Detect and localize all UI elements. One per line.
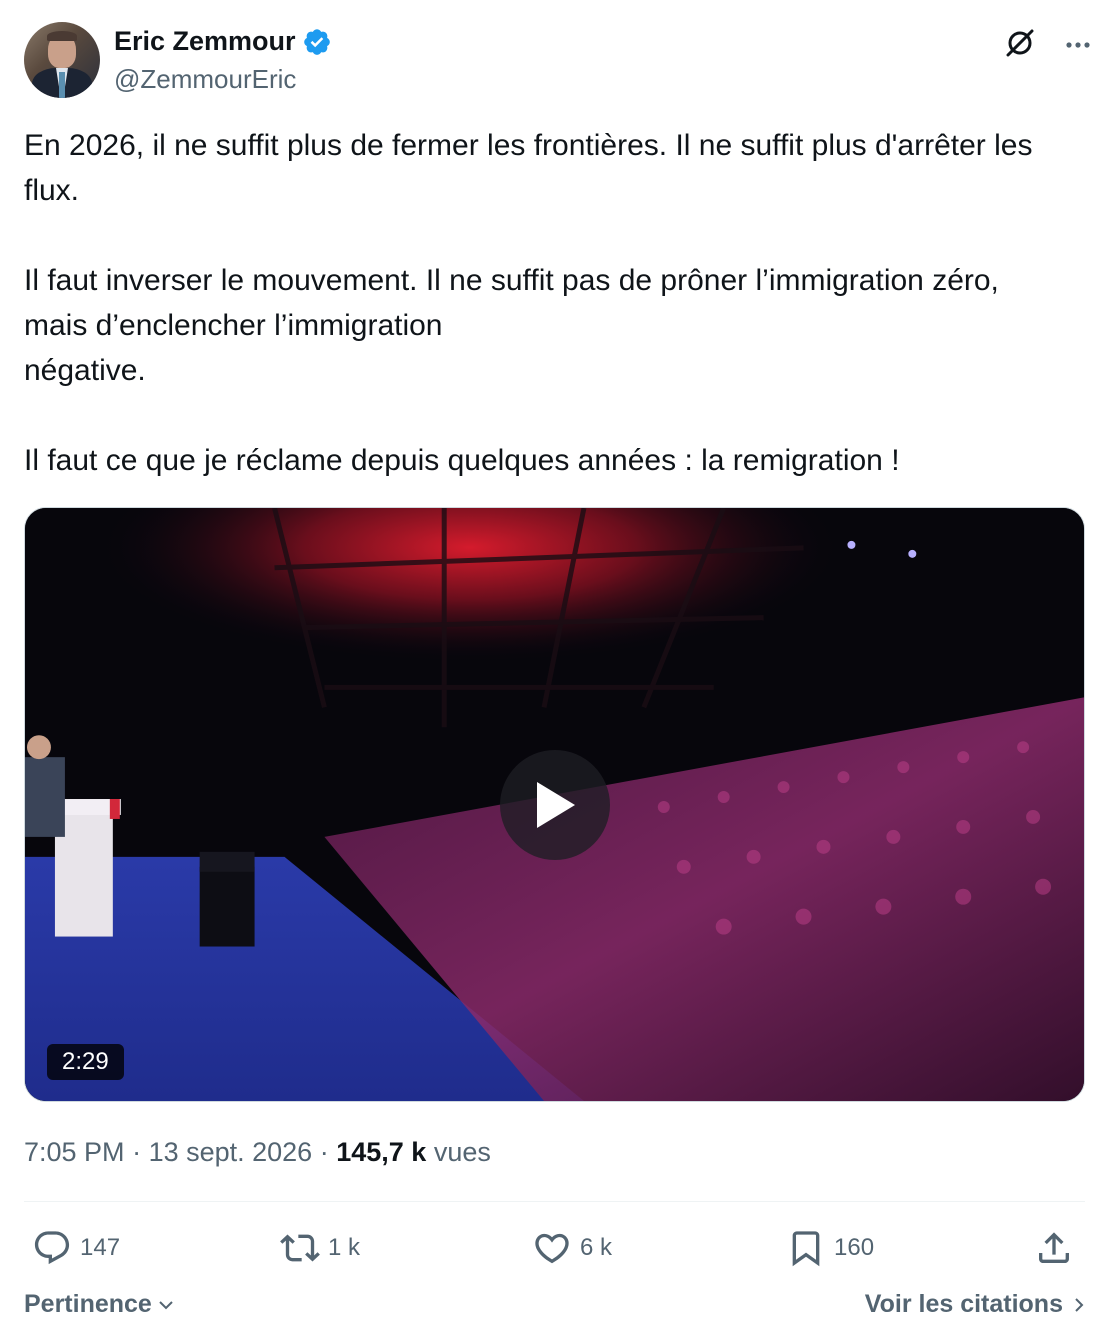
meta-separator: · [312, 1137, 337, 1167]
author-display-name[interactable]: Eric Zemmour [114, 26, 296, 57]
views-count: 145,7 k [336, 1137, 427, 1167]
video-duration-badge: 2:29 [47, 1044, 124, 1080]
tweet-line: négative. [24, 354, 146, 387]
bookmark-icon [792, 1231, 820, 1267]
more-options-icon[interactable] [1061, 28, 1095, 62]
tweet-line: Il faut ce que je réclame depuis quelque… [24, 444, 900, 477]
like-button[interactable]: 6 k [532, 1222, 612, 1274]
tweet-time[interactable]: 7:05 PM [24, 1137, 125, 1167]
play-button[interactable] [500, 750, 610, 860]
view-quotes-label: Voir les citations [864, 1290, 1063, 1318]
bookmark-button[interactable]: 160 [786, 1222, 874, 1274]
reply-count: 147 [80, 1234, 121, 1261]
avatar[interactable] [24, 22, 100, 98]
bookmark-count: 160 [834, 1234, 875, 1261]
share-button[interactable] [1034, 1222, 1074, 1274]
share-icon [1039, 1232, 1069, 1263]
tweet-line: En 2026, il ne suffit plus de fermer les… [24, 129, 1033, 207]
divider [24, 1201, 1085, 1202]
meta-separator: · [124, 1137, 149, 1167]
chevron-down-icon [159, 1300, 173, 1309]
repost-icon [280, 1234, 320, 1262]
verified-badge-icon[interactable] [302, 27, 332, 57]
tweet-line: Il faut inverser le mouvement. Il ne suf… [24, 264, 999, 342]
tweet-text: En 2026, il ne suffit plus de fermer les… [24, 123, 1094, 483]
action-bar: 147 1 k 6 k 160 [24, 1222, 1085, 1274]
view-quotes-link[interactable]: Voir les citations [865, 1290, 1089, 1319]
heart-icon [535, 1233, 569, 1264]
like-count: 6 k [580, 1234, 613, 1261]
avatar-tie [59, 72, 65, 98]
avatar-hair [47, 31, 77, 41]
chevron-right-icon [1075, 1297, 1084, 1312]
author-name-line[interactable]: Eric Zemmour [114, 26, 332, 57]
views-label: vues [433, 1137, 491, 1167]
sort-label: Pertinence [24, 1290, 152, 1318]
sort-dropdown[interactable]: Pertinence [24, 1290, 176, 1319]
play-icon [537, 782, 575, 828]
reply-button[interactable]: 147 [32, 1222, 120, 1274]
tweet-header: Eric Zemmour @ZemmourEric [24, 22, 1095, 100]
tweet-date[interactable]: 13 sept. 2026 [149, 1137, 313, 1167]
repost-button[interactable]: 1 k [280, 1222, 360, 1274]
tweet-meta: 7:05 PM · 13 sept. 2026 · 145,7 k vues [24, 1137, 491, 1168]
reply-icon [34, 1231, 70, 1265]
grok-icon[interactable] [1003, 26, 1037, 60]
author-handle[interactable]: @ZemmourEric [114, 64, 296, 95]
video-player[interactable]: 2:29 [24, 507, 1085, 1102]
repost-count: 1 k [328, 1234, 361, 1261]
